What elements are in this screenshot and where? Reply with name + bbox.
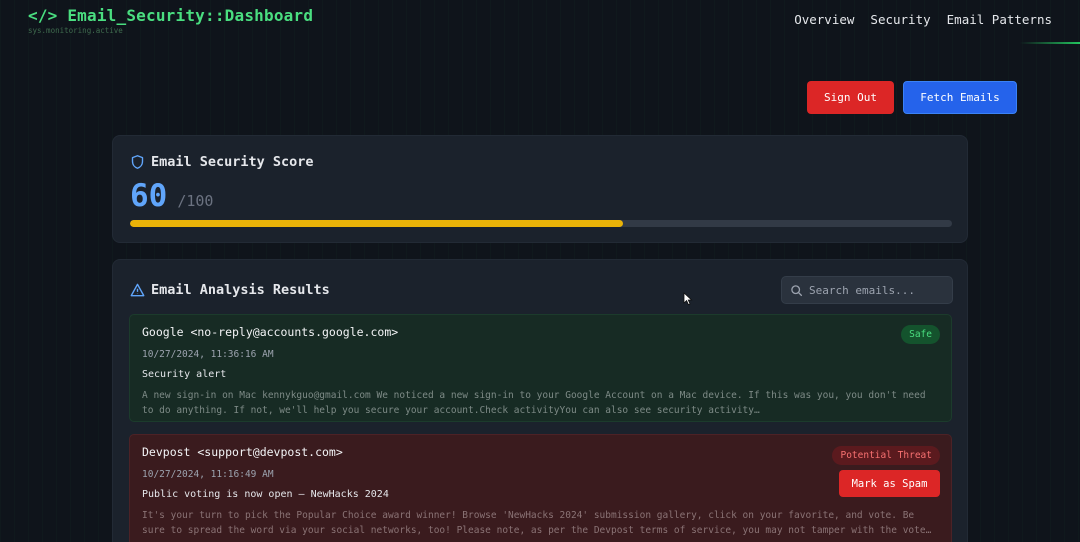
shield-icon [130,154,145,170]
search-input[interactable] [809,283,939,297]
score-progress-fill [130,220,624,227]
nav-email-patterns[interactable]: Email Patterns [947,12,1052,27]
nav-active-indicator [1020,42,1080,44]
score-card-title: Email Security Score [151,154,314,170]
score-progress-bar [130,220,952,227]
email-date: 10/27/2024, 11:16:49 AM [142,469,274,480]
email-date: 10/27/2024, 11:36:16 AM [142,349,274,360]
score-max: /100 [177,192,214,210]
nav-security[interactable]: Security [870,12,930,27]
email-preview: It's your turn to pick the Popular Choic… [142,510,932,536]
security-score-card: Email Security Score 60 /100 [112,135,968,243]
email-sender: Google <no-reply@accounts.google.com> [142,325,399,339]
email-item-safe[interactable]: Google <no-reply@accounts.google.com> 10… [129,314,952,422]
app-subtitle: sys.monitoring.active [28,26,123,35]
mark-as-spam-button[interactable]: Mark as Spam [839,470,940,497]
top-bar: </> Email_Security::Dashboard sys.monito… [0,0,1080,44]
fetch-emails-button[interactable]: Fetch Emails [903,81,1017,114]
score-value: 60 [130,178,168,214]
sign-out-button[interactable]: Sign Out [807,81,894,114]
email-preview: A new sign-in on Mac kennykguo@gmail.com… [142,390,926,416]
score-card-header: Email Security Score [130,154,314,170]
main-nav: Overview Security Email Patterns [794,12,1052,27]
results-card-title: Email Analysis Results [151,282,330,298]
email-item-threat[interactable]: Devpost <support@devpost.com> 10/27/2024… [129,434,952,542]
search-box[interactable] [781,276,953,304]
score-readout: 60 /100 [130,178,213,214]
status-badge-threat: Potential Threat [832,446,940,465]
email-subject: Public voting is now open – NewHacks 202… [142,489,389,500]
email-analysis-card: Email Analysis Results Google <no-reply@… [112,259,968,542]
results-card-header: Email Analysis Results [130,282,330,298]
email-subject: Security alert [142,369,227,380]
warning-triangle-icon [130,283,145,297]
nav-overview[interactable]: Overview [794,12,854,27]
email-sender: Devpost <support@devpost.com> [142,445,343,459]
brand: </> Email_Security::Dashboard sys.monito… [28,6,313,35]
search-icon [790,284,803,297]
status-badge-safe: Safe [901,325,940,344]
mouse-cursor-icon [683,291,693,310]
app-title: </> Email_Security::Dashboard [28,6,314,25]
